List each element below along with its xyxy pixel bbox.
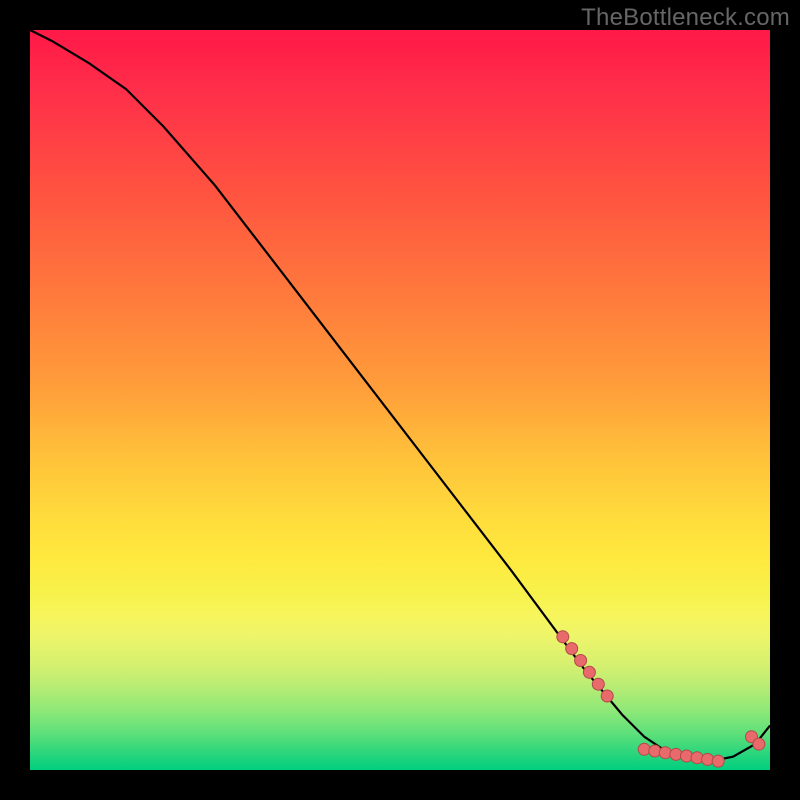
chart-container: TheBottleneck.com	[0, 0, 800, 800]
data-point	[566, 643, 578, 655]
data-point	[753, 738, 765, 750]
plot-area	[30, 30, 770, 770]
bottleneck-curve	[30, 30, 770, 761]
data-point	[691, 752, 703, 764]
data-point	[712, 755, 724, 767]
data-point	[583, 666, 595, 678]
data-point	[557, 631, 569, 643]
data-point	[638, 743, 650, 755]
data-point	[649, 745, 661, 757]
data-point	[659, 747, 671, 759]
watermark-text: TheBottleneck.com	[581, 4, 790, 32]
data-point	[681, 750, 693, 762]
curve-chart	[30, 30, 770, 770]
data-point	[601, 690, 613, 702]
data-point	[575, 655, 587, 667]
data-point	[670, 748, 682, 760]
data-point	[702, 753, 714, 765]
data-point	[592, 678, 604, 690]
